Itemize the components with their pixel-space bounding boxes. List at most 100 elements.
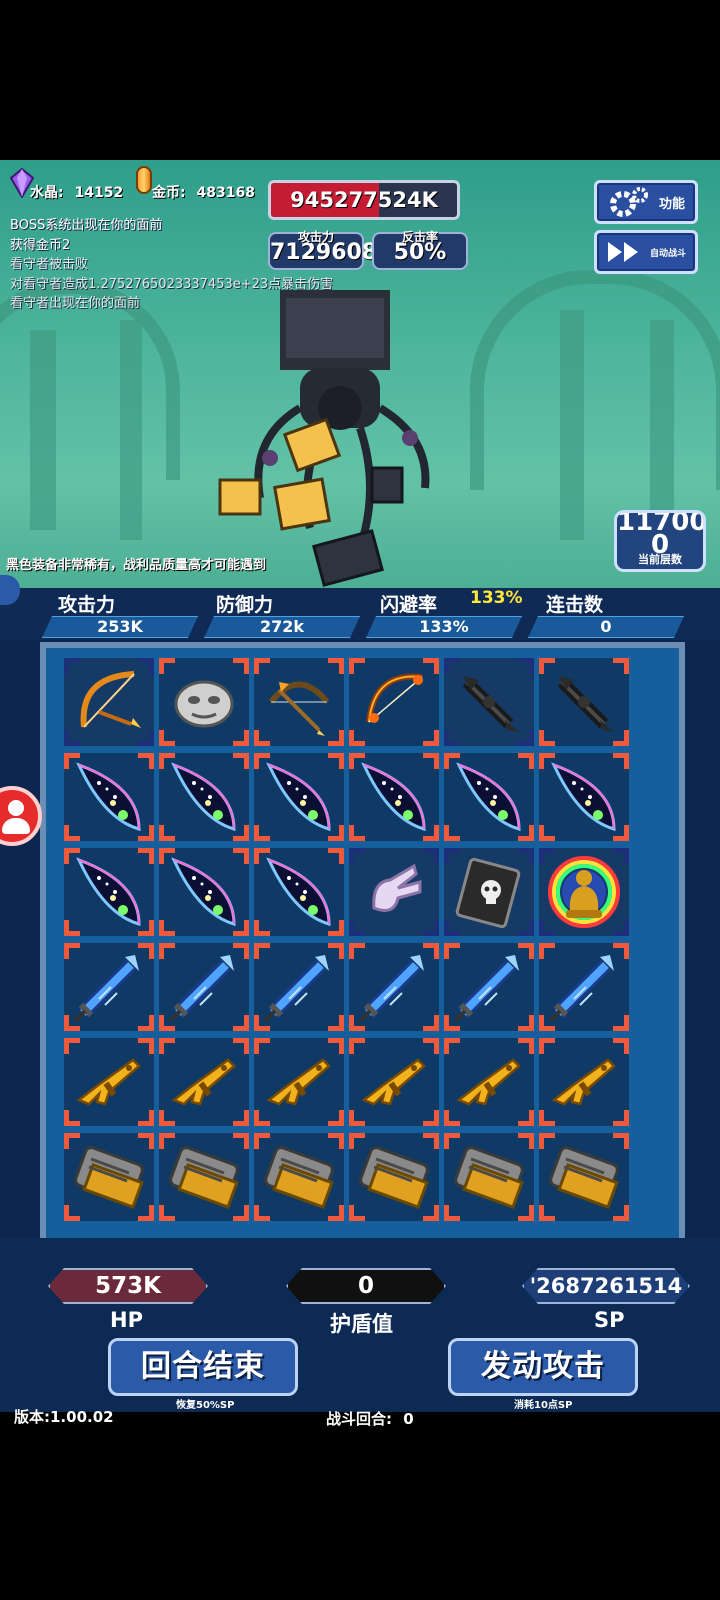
crystal-sword-icon — [168, 955, 234, 1023]
attack-subtitle: 消耗10点SP — [514, 1400, 573, 1411]
grid-cell[interactable] — [444, 1038, 534, 1126]
end-turn-button[interactable]: 回合结束 — [108, 1338, 298, 1396]
ammo-belt-icon — [359, 1146, 429, 1210]
hp-label: HP — [110, 1308, 143, 1332]
stat-dodge-label: 闪避率 — [380, 594, 438, 616]
grid-cell[interactable] — [539, 1133, 629, 1221]
floor-counter: 11700 0 当前层数 — [614, 510, 706, 572]
grid-cell[interactable] — [64, 1133, 154, 1221]
auto-battle-label: 自动战斗 — [649, 248, 686, 259]
crystal-sword-icon — [453, 955, 519, 1023]
dark-claw-icon — [462, 676, 519, 732]
wooden-bow-icon — [268, 681, 330, 736]
ammo-belt-icon — [454, 1146, 524, 1210]
function-button[interactable]: 功能 — [594, 180, 698, 224]
crystal-label: 水晶: — [30, 185, 64, 201]
golden-bow-icon — [80, 671, 141, 728]
grid-cell[interactable] — [159, 753, 249, 841]
grid-cell[interactable] — [64, 1038, 154, 1126]
grid-cell[interactable] — [254, 848, 344, 936]
gold-rifle-icon — [361, 1058, 426, 1106]
grid-cell[interactable] — [539, 943, 629, 1031]
cosmic-feather-icon — [171, 857, 236, 926]
grid-cell[interactable] — [64, 658, 154, 746]
attack-button[interactable]: 发动攻击 — [448, 1338, 638, 1396]
board-panel — [0, 640, 720, 1268]
ammo-belt-icon — [74, 1146, 144, 1210]
grid-cell[interactable] — [349, 658, 439, 746]
cosmic-feather-icon — [171, 762, 236, 831]
grid-cell[interactable] — [349, 848, 439, 936]
gold-label: 金币: — [152, 185, 186, 201]
gear-icon — [609, 187, 648, 217]
cosmic-feather-icon — [456, 762, 521, 831]
log-line: BOSS系统出现在你的面前 — [10, 218, 163, 233]
ruin-pillar — [120, 320, 142, 540]
stat-dodge-value: 133% — [366, 616, 522, 638]
grid-cell[interactable] — [539, 848, 629, 936]
stone-mask-icon — [174, 680, 234, 728]
version-label: 版本:1.00.02 — [14, 1408, 114, 1426]
grid-cell[interactable] — [254, 1133, 344, 1221]
fast-forward-icon — [607, 242, 638, 262]
grid-cell[interactable] — [159, 1038, 249, 1126]
gold-coin-icon — [136, 166, 152, 194]
grid-cell[interactable] — [254, 943, 344, 1031]
grid-cell[interactable] — [349, 753, 439, 841]
bottom-panel: 573K 0 '2687261514 HP 护盾值 SP 回合结束 恢复50%S… — [0, 1238, 720, 1412]
grid-cell[interactable] — [64, 753, 154, 841]
grid-cell[interactable] — [254, 1038, 344, 1126]
grid-cell[interactable] — [444, 753, 534, 841]
ammo-belt-icon — [264, 1146, 334, 1210]
gold-rifle-icon — [171, 1058, 236, 1106]
grid-cell[interactable] — [444, 1133, 534, 1221]
log-line: 看守者出现在你的面前 — [10, 296, 141, 311]
grid-cell[interactable] — [444, 658, 534, 746]
cosmic-feather-icon — [361, 762, 426, 831]
golden-buddha-icon — [548, 856, 620, 928]
stat-attack-label: 攻击力 — [58, 594, 116, 616]
grid-cell[interactable] — [349, 1038, 439, 1126]
grid-cell[interactable] — [64, 848, 154, 936]
person-icon — [8, 800, 24, 816]
crystal-value: 14152 — [74, 185, 124, 201]
battle-round: 战斗回合: 0 — [326, 1408, 414, 1429]
stat-combo-label: 连击数 — [546, 594, 604, 616]
auto-battle-button[interactable]: 自动战斗 — [594, 230, 698, 274]
grid-cell[interactable] — [159, 1133, 249, 1221]
grid-cell[interactable] — [349, 943, 439, 1031]
grid-cell[interactable] — [159, 658, 249, 746]
counter-pill-label: 反击率 — [401, 230, 438, 244]
grid-cell[interactable] — [539, 1038, 629, 1126]
grid-cell[interactable] — [444, 943, 534, 1031]
flame-bow-icon — [366, 673, 423, 723]
battle-round-label: 战斗回合: — [326, 1410, 392, 1428]
gold-rifle-icon — [551, 1058, 616, 1106]
crystal-sword-icon — [358, 955, 424, 1023]
log-line: 获得金币2 — [10, 237, 71, 253]
gold-counter: 金币: 483168 — [152, 182, 255, 202]
crystal-counter: 水晶: 14152 — [30, 182, 123, 202]
ruin-pillar — [560, 310, 584, 540]
grid-cell[interactable] — [254, 753, 344, 841]
shield-label: 护盾值 — [330, 1312, 393, 1336]
boss-sprite — [218, 290, 430, 587]
grid-cell[interactable] — [159, 848, 249, 936]
grid-cell[interactable] — [159, 943, 249, 1031]
crystal-sword-icon — [548, 955, 614, 1023]
gold-rifle-icon — [266, 1058, 331, 1106]
crystal-sword-icon — [73, 955, 139, 1023]
boss-hp-bar: 945277524K — [268, 180, 460, 220]
stat-attack-value: 253K — [42, 616, 198, 638]
stat-combo-value: 0 — [528, 616, 684, 638]
grid-cell[interactable] — [539, 753, 629, 841]
grid-cell[interactable] — [444, 848, 534, 936]
grid-cell[interactable] — [254, 658, 344, 746]
log-line: 看守者被击败 — [10, 257, 89, 272]
crystal-sword-icon — [263, 955, 329, 1023]
gold-rifle-icon — [456, 1058, 521, 1106]
grid-cell[interactable] — [539, 658, 629, 746]
grid-cell[interactable] — [349, 1133, 439, 1221]
item-grid — [40, 642, 685, 1257]
grid-cell[interactable] — [64, 943, 154, 1031]
